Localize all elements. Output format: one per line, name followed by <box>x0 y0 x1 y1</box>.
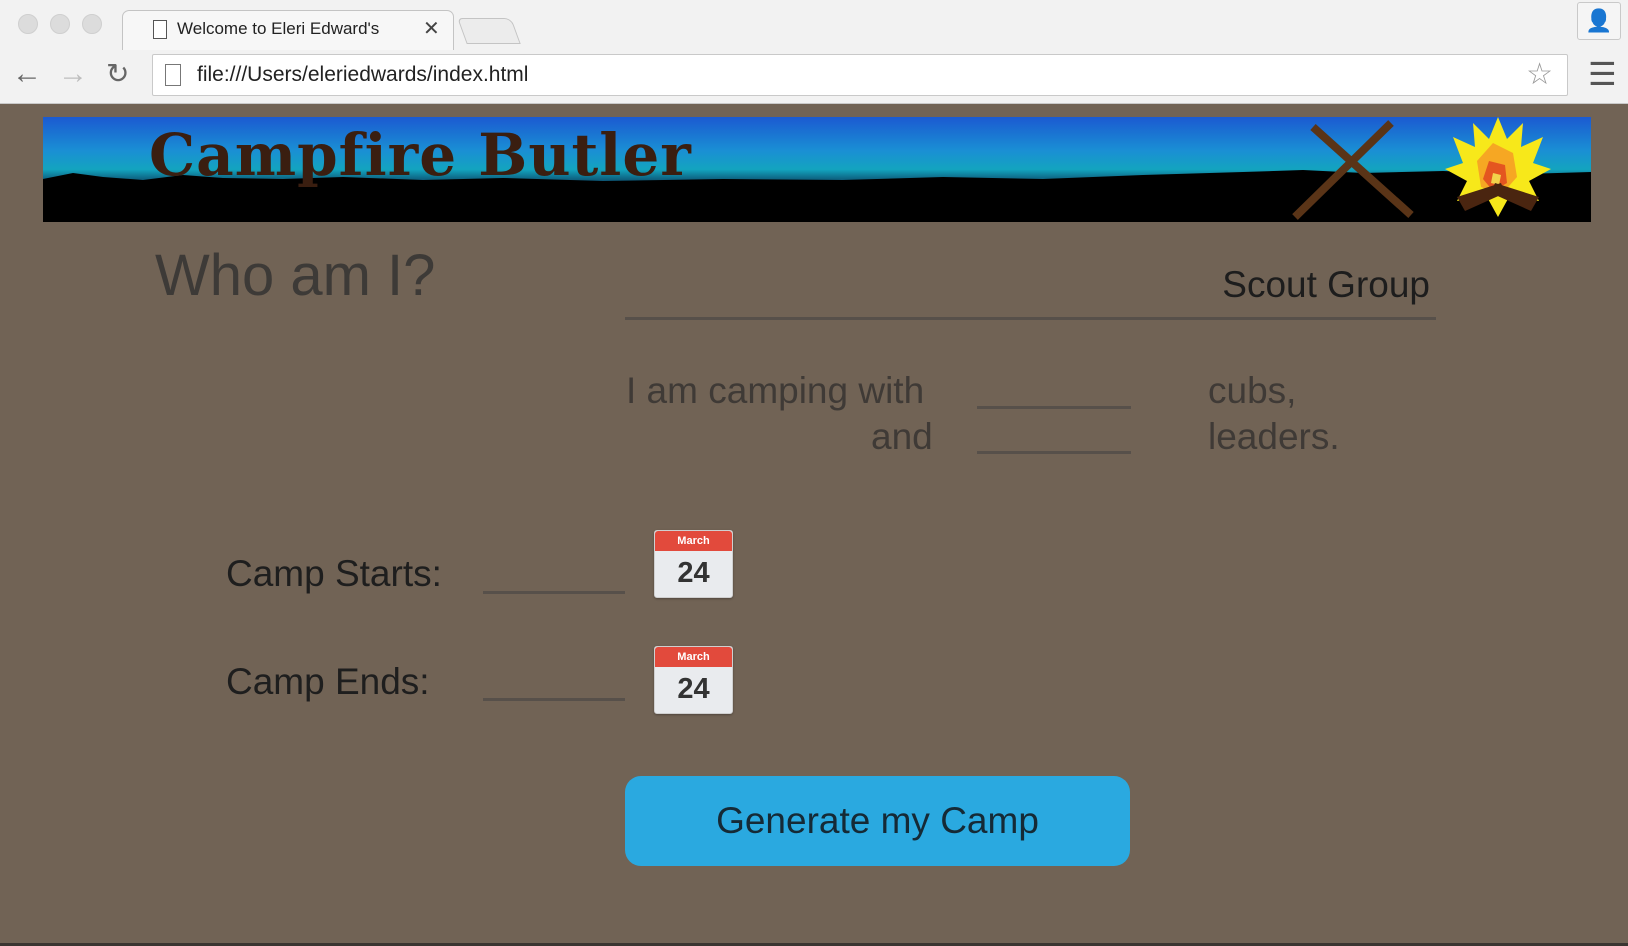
scout-group-input[interactable]: Scout Group <box>625 258 1436 320</box>
and-label: and <box>871 416 933 457</box>
tab-title: Welcome to Eleri Edward's <box>177 19 380 38</box>
forward-arrow-icon[interactable]: → <box>58 56 88 92</box>
leaders-count-input[interactable] <box>977 434 1131 454</box>
camp-ends-label: Camp Ends: <box>226 661 430 702</box>
address-bar[interactable]: file:///Users/eleriedwards/index.html ☆ <box>152 54 1568 96</box>
site-banner: Campfire Butler <box>43 117 1591 222</box>
reload-icon[interactable]: ↻ <box>106 56 129 92</box>
campfire-icon <box>1445 117 1551 217</box>
camp-starts-label: Camp Starts: <box>226 553 442 594</box>
calendar-month: March <box>655 647 732 667</box>
leaders-label: leaders. <box>1208 416 1340 457</box>
back-arrow-icon[interactable]: ← <box>12 56 42 92</box>
calendar-day: 24 <box>677 673 710 705</box>
bookmark-star-icon[interactable]: ☆ <box>1526 57 1553 92</box>
scout-group-value: Scout Group <box>1222 264 1430 305</box>
browser-tab[interactable]: Welcome to Eleri Edward's ✕ <box>122 10 454 50</box>
url-text[interactable]: file:///Users/eleriedwards/index.html <box>197 63 528 87</box>
calendar-month: March <box>655 531 732 551</box>
profile-icon[interactable]: 👤 <box>1577 2 1621 40</box>
start-calendar-icon[interactable]: March 24 <box>654 530 733 598</box>
minimize-window-button[interactable] <box>50 14 70 34</box>
tab-close-icon[interactable]: ✕ <box>423 16 440 41</box>
crossed-sticks-icon <box>1292 120 1414 220</box>
menu-icon[interactable]: ☰ <box>1588 58 1617 90</box>
site-title[interactable]: Campfire Butler <box>149 121 692 189</box>
page-icon <box>165 64 181 86</box>
cubs-count-input[interactable] <box>977 389 1131 409</box>
end-calendar-icon[interactable]: March 24 <box>654 646 733 714</box>
camp-end-date-input[interactable] <box>483 689 625 701</box>
camping-with-label: I am camping with <box>626 370 925 411</box>
browser-chrome: Welcome to Eleri Edward's ✕ 👤 ← → ↻ file… <box>0 0 1628 104</box>
maximize-window-button[interactable] <box>82 14 102 34</box>
cubs-label: cubs, <box>1208 370 1297 411</box>
close-window-button[interactable] <box>18 14 38 34</box>
page-icon <box>153 20 167 39</box>
camp-start-date-input[interactable] <box>483 582 625 594</box>
page-heading: Who am I? <box>155 243 436 308</box>
generate-camp-button[interactable]: Generate my Camp <box>625 776 1130 866</box>
calendar-day: 24 <box>677 557 710 589</box>
new-tab-button[interactable] <box>457 18 521 44</box>
